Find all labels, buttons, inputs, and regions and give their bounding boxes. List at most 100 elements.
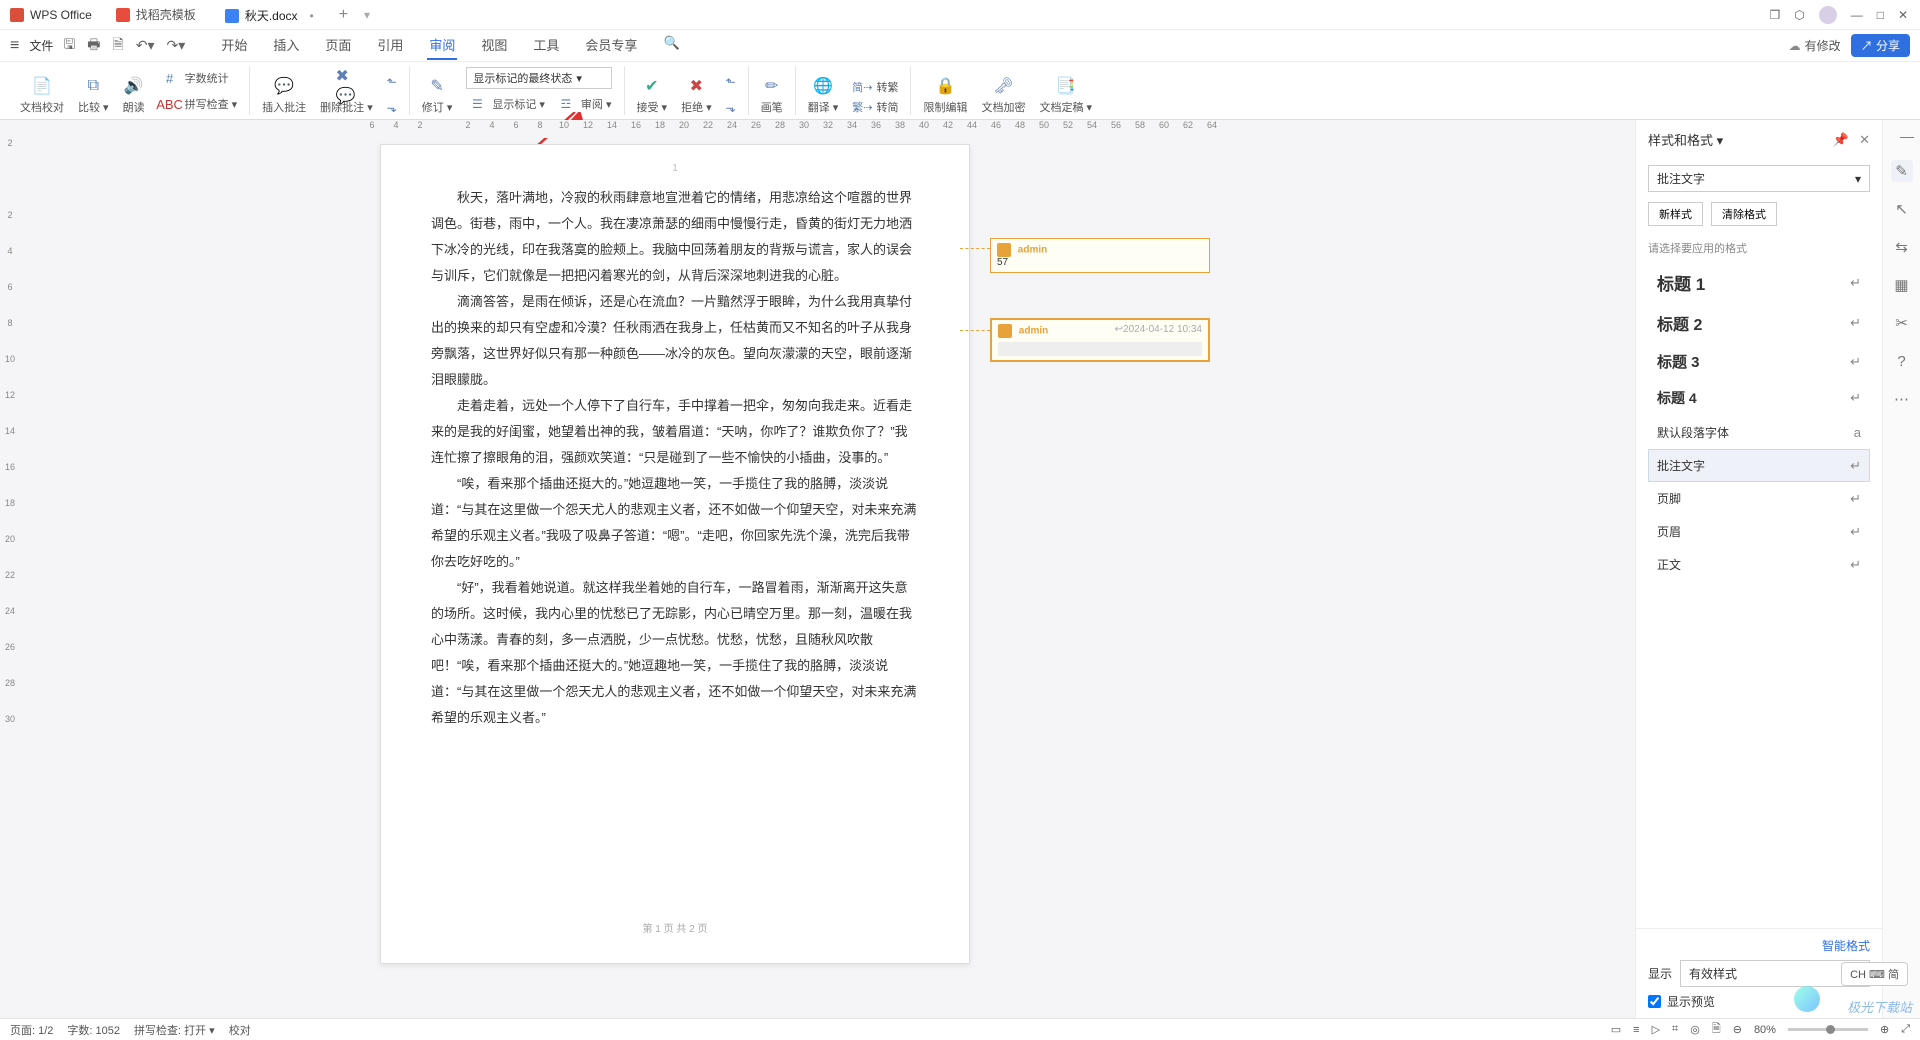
- show-preview-check[interactable]: [1648, 995, 1661, 1008]
- style-item[interactable]: 页脚↵: [1648, 482, 1870, 515]
- side-edit-icon[interactable]: ✎: [1891, 160, 1913, 182]
- prev-change-icon[interactable]: ⬑: [726, 75, 736, 89]
- reject-button[interactable]: ✖拒绝 ▾: [681, 75, 712, 115]
- view-web-icon[interactable]: ⌗: [1672, 1023, 1678, 1036]
- read-aloud-button[interactable]: 🔊朗读: [123, 75, 145, 115]
- tab-list-dropdown[interactable]: ▾: [364, 8, 370, 22]
- add-tab-button[interactable]: +: [329, 6, 358, 24]
- window-minimize-icon[interactable]: —: [1851, 8, 1863, 22]
- window-copy-icon[interactable]: ❐: [1769, 8, 1780, 22]
- search-icon[interactable]: 🔍: [661, 31, 681, 60]
- view-print-icon[interactable]: 🗎: [1712, 1020, 1721, 1039]
- para[interactable]: 走着走着，远处一个人停下了自行车，手中撑着一把伞，匆匆向我走来。近看走来的是我的…: [431, 393, 919, 471]
- accept-button[interactable]: ✔接受 ▾: [637, 75, 668, 115]
- style-item[interactable]: 页眉↵: [1648, 515, 1870, 548]
- clear-format-button[interactable]: 清除格式: [1711, 202, 1777, 226]
- status-proof[interactable]: 校对: [229, 1022, 251, 1038]
- finalize-button[interactable]: 📑文档定稿 ▾: [1039, 75, 1092, 115]
- word-count-button[interactable]: #字数统计: [159, 67, 238, 89]
- tab-view[interactable]: 视图: [479, 31, 509, 60]
- review-pane-button[interactable]: ☲审阅 ▾: [555, 93, 612, 115]
- show-markup-button[interactable]: ☰显示标记 ▾: [466, 93, 545, 115]
- fit-page-icon[interactable]: ⤢: [1901, 1023, 1910, 1036]
- tab-start[interactable]: 开始: [219, 31, 249, 60]
- style-item[interactable]: 批注文字↵: [1648, 449, 1870, 482]
- comment-bubble-active[interactable]: admin 2024-04-12 10:34 ↩: [990, 318, 1210, 362]
- avatar[interactable]: [1819, 6, 1837, 24]
- view-outline-icon[interactable]: ≡: [1633, 1024, 1639, 1036]
- para[interactable]: “好”，我看着她说道。就这样我坐着她的自行车，一路冒着雨，渐渐离开这失意的场所。…: [431, 575, 919, 731]
- window-maximize-icon[interactable]: □: [1877, 8, 1884, 22]
- display-markup-select[interactable]: 显示标记的最终状态▾: [466, 67, 611, 89]
- encrypt-button[interactable]: 🗝文档加密: [981, 75, 1025, 115]
- style-item[interactable]: 标题 4↵: [1648, 380, 1870, 416]
- horizontal-ruler[interactable]: 6422468101214161820222426283032343638404…: [360, 120, 1315, 138]
- status-words[interactable]: 字数: 1052: [67, 1022, 120, 1038]
- side-select-icon[interactable]: ↖: [1891, 198, 1913, 220]
- redo-icon[interactable]: ↷▾: [167, 37, 186, 54]
- side-grid-icon[interactable]: ▦: [1891, 274, 1913, 296]
- style-item[interactable]: 正文↵: [1648, 548, 1870, 581]
- tab-review[interactable]: 审阅: [427, 31, 457, 60]
- to-traditional-button[interactable]: 简⇢转繁: [852, 79, 898, 95]
- side-more-icon[interactable]: ⋯: [1891, 388, 1913, 410]
- restrict-edit-button[interactable]: 🔒限制编辑: [923, 75, 967, 115]
- vertical-ruler[interactable]: 224681012141618202224262830: [0, 138, 20, 1018]
- panel-pin-icon[interactable]: 📌: [1833, 132, 1849, 148]
- smart-format-link[interactable]: 智能格式: [1822, 939, 1870, 953]
- zoom-in-icon[interactable]: ⊕: [1880, 1023, 1889, 1036]
- comment-reply-icon[interactable]: ↩: [1115, 324, 1123, 335]
- comment-bubble[interactable]: admin 57: [990, 238, 1210, 273]
- delete-comment-button[interactable]: ✖💬删除批注 ▾: [320, 75, 373, 115]
- tab-page[interactable]: 页面: [323, 31, 353, 60]
- tab-tools[interactable]: 工具: [531, 31, 561, 60]
- current-style-select[interactable]: 批注文字▾: [1648, 165, 1870, 192]
- next-comment-icon[interactable]: ⬎: [387, 101, 397, 115]
- status-page[interactable]: 页面: 1/2: [10, 1022, 53, 1038]
- insert-comment-button[interactable]: 💬插入批注: [262, 75, 306, 115]
- style-item[interactable]: 标题 3↵: [1648, 343, 1870, 380]
- track-changes-button[interactable]: ✎修订 ▾: [422, 75, 453, 115]
- tab-member[interactable]: 会员专享: [583, 31, 639, 60]
- window-tab-template[interactable]: 找稻壳模板: [102, 1, 211, 29]
- view-read-icon[interactable]: ▷: [1652, 1023, 1660, 1036]
- tab-insert[interactable]: 插入: [271, 31, 301, 60]
- file-menu[interactable]: 文件: [29, 37, 53, 54]
- zoom-out-icon[interactable]: ⊖: [1733, 1023, 1742, 1036]
- comment-input[interactable]: [998, 342, 1202, 356]
- doc-proof-button[interactable]: 📄文档校对: [20, 75, 64, 115]
- document-page[interactable]: 1 秋天，落叶满地，冷寂的秋雨肆意地宣泄着它的情绪，用悲凉给这个喧嚣的世界调色。…: [380, 144, 970, 964]
- window-tab-active[interactable]: 秋天.docx •: [211, 1, 329, 29]
- to-simplified-button[interactable]: 繁⇢转简: [852, 99, 898, 115]
- prev-comment-icon[interactable]: ⬑: [387, 75, 397, 89]
- translate-button[interactable]: 🌐翻译 ▾: [808, 75, 839, 115]
- view-page-icon[interactable]: ▭: [1611, 1023, 1621, 1036]
- ime-indicator[interactable]: CH ⌨ 简: [1841, 962, 1908, 986]
- ink-button[interactable]: ✏画笔: [761, 75, 783, 115]
- status-spell[interactable]: 拼写检查: 打开 ▾: [134, 1022, 215, 1038]
- share-button[interactable]: ↗ 分享: [1851, 34, 1910, 57]
- compare-button[interactable]: ⧉比较 ▾: [78, 75, 109, 115]
- spell-check-button[interactable]: ABC拼写检查 ▾: [159, 93, 238, 115]
- next-change-icon[interactable]: ⬎: [726, 101, 736, 115]
- unsaved-changes-hint[interactable]: 有修改: [1789, 37, 1841, 54]
- save-icon[interactable]: 🖫: [63, 34, 75, 58]
- side-settings-icon[interactable]: ⇆: [1891, 236, 1913, 258]
- print-preview-icon[interactable]: 🗎: [113, 34, 124, 58]
- zoom-slider[interactable]: [1788, 1028, 1868, 1031]
- new-style-button[interactable]: 新样式: [1648, 202, 1703, 226]
- panel-close-icon[interactable]: ✕: [1859, 132, 1870, 148]
- para[interactable]: 滴滴答答，是雨在倾诉，还是心在流血？一片黯然浮于眼眸，为什么我用真挚付出的换来的…: [431, 289, 919, 393]
- zoom-label[interactable]: 80%: [1754, 1024, 1776, 1036]
- side-help-icon[interactable]: ?: [1891, 350, 1913, 372]
- para[interactable]: 秋天，落叶满地，冷寂的秋雨肆意地宣泄着它的情绪，用悲凉给这个喧嚣的世界调色。街巷…: [431, 185, 919, 289]
- print-icon[interactable]: 🖶: [87, 34, 100, 58]
- style-item[interactable]: 标题 2↵: [1648, 303, 1870, 343]
- tab-reference[interactable]: 引用: [375, 31, 405, 60]
- window-close-icon[interactable]: ✕: [1898, 8, 1908, 22]
- show-preview-checkbox[interactable]: 显示预览: [1648, 993, 1870, 1010]
- para[interactable]: “唉，看来那个插曲还挺大的。”她逗趣地一笑，一手揽住了我的胳膊，淡淡说道：“与其…: [431, 471, 919, 575]
- side-collapse-icon[interactable]: —: [1900, 128, 1914, 144]
- undo-icon[interactable]: ↶▾: [136, 37, 155, 54]
- hamburger-icon[interactable]: ≡: [10, 37, 19, 55]
